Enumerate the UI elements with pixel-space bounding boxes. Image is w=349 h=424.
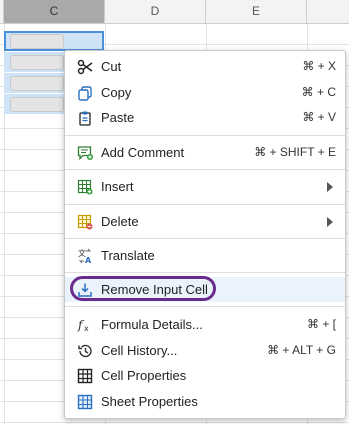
selected-input-cell[interactable] xyxy=(4,31,104,51)
svg-text:x: x xyxy=(84,324,89,333)
menu-item-cell-history[interactable]: Cell History... ⌘ + ALT + G xyxy=(65,338,345,363)
shortcut-text: ⌘ + ALT + G xyxy=(267,343,336,357)
clipboard-icon xyxy=(76,109,94,127)
input-cell-control[interactable] xyxy=(10,34,64,49)
menu-item-cut[interactable]: Cut ⌘ + X xyxy=(65,54,345,79)
menu-item-formula-details[interactable]: fx Formula Details... ⌘ + [ xyxy=(65,312,345,337)
function-icon: fx xyxy=(76,316,94,334)
menu-separator xyxy=(65,169,345,170)
menu-item-sheet-properties[interactable]: Sheet Properties xyxy=(65,389,345,414)
submenu-arrow-icon xyxy=(327,217,333,227)
shortcut-text: ⌘ + X xyxy=(302,59,336,73)
menu-item-label: Cut xyxy=(101,59,122,74)
sheet-grid-icon xyxy=(76,393,94,411)
shortcut-text: ⌘ + V xyxy=(302,110,336,124)
menu-item-label: Translate xyxy=(101,248,155,263)
input-cell-control[interactable] xyxy=(10,76,64,91)
menu-item-label: Paste xyxy=(101,110,135,125)
menu-item-label: Cell Properties xyxy=(101,368,187,383)
menu-separator xyxy=(65,306,345,307)
menu-item-label: Cell History... xyxy=(101,343,178,358)
menu-item-paste[interactable]: Paste ⌘ + V xyxy=(65,105,345,130)
column-header-e[interactable]: E xyxy=(206,0,307,23)
shortcut-text: ⌘ + SHIFT + E xyxy=(254,145,336,159)
menu-item-label: Copy xyxy=(101,85,132,100)
shortcut-text: ⌘ + [ xyxy=(306,317,336,331)
column-header-c[interactable]: C xyxy=(4,0,105,23)
insert-grid-icon xyxy=(76,178,94,196)
menu-separator xyxy=(65,272,345,273)
menu-item-label: Delete xyxy=(101,214,139,229)
delete-grid-icon xyxy=(76,213,94,231)
cell-context-menu: Cut ⌘ + X Copy ⌘ + C Paste ⌘ + V Add Com… xyxy=(64,50,346,419)
copy-icon xyxy=(76,84,94,102)
menu-item-add-comment[interactable]: Add Comment ⌘ + SHIFT + E xyxy=(65,140,345,165)
translate-icon: 文A xyxy=(76,247,94,265)
cell-grid-icon xyxy=(76,367,94,385)
menu-item-label: Add Comment xyxy=(101,145,185,160)
highlight-ring xyxy=(70,276,216,301)
column-header-d[interactable]: D xyxy=(105,0,206,23)
menu-separator xyxy=(65,238,345,239)
menu-item-delete[interactable]: Delete xyxy=(65,209,345,234)
menu-item-copy[interactable]: Copy ⌘ + C xyxy=(65,80,345,105)
svg-text:A: A xyxy=(85,256,92,264)
menu-separator xyxy=(65,204,345,205)
column-header-bar: C D E xyxy=(0,0,349,24)
menu-item-label: Sheet Properties xyxy=(101,394,198,409)
menu-separator xyxy=(65,135,345,136)
history-icon xyxy=(76,342,94,360)
input-cell-control[interactable] xyxy=(10,55,64,70)
shortcut-text: ⌘ + C xyxy=(301,85,336,99)
menu-item-label: Insert xyxy=(101,179,134,194)
menu-item-cell-properties[interactable]: Cell Properties xyxy=(65,363,345,388)
submenu-arrow-icon xyxy=(327,182,333,192)
menu-item-insert[interactable]: Insert xyxy=(65,174,345,199)
scissors-icon xyxy=(76,58,94,76)
menu-item-label: Formula Details... xyxy=(101,317,203,332)
menu-item-translate[interactable]: 文A Translate xyxy=(65,243,345,268)
input-cell-control[interactable] xyxy=(10,97,64,112)
column-header-f[interactable] xyxy=(307,0,349,23)
add-comment-icon xyxy=(76,144,94,162)
